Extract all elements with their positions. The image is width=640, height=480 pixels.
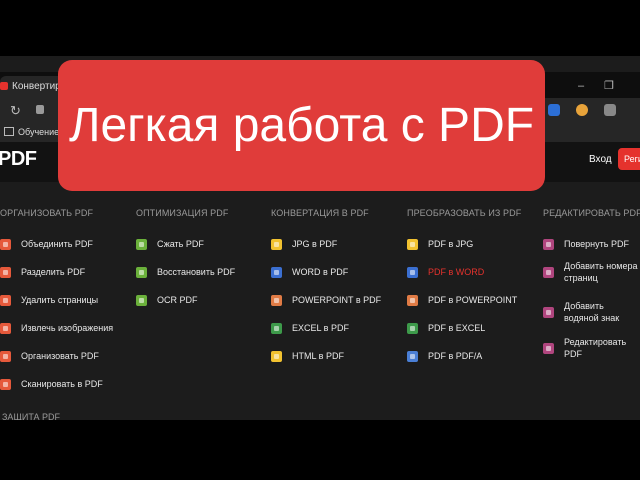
menu-item[interactable]: Удалить страницы bbox=[0, 292, 98, 308]
pdf-to-word-icon bbox=[407, 266, 418, 278]
menu-item-label: Добавить водяной знак bbox=[564, 301, 620, 323]
menu-item[interactable]: OCR PDF bbox=[136, 292, 198, 308]
menu-item[interactable]: PDF в JPG bbox=[407, 236, 473, 252]
pdf-to-powerpoint-icon bbox=[407, 294, 418, 306]
extension-icon[interactable] bbox=[548, 104, 560, 116]
menu-item-label: PDF в PDF/A bbox=[428, 351, 483, 361]
merge-icon bbox=[0, 238, 11, 250]
menu-item-label: PDF в EXCEL bbox=[428, 323, 486, 333]
menu-item-label: PDF в WORD bbox=[428, 267, 485, 277]
menu-item-label: Восстановить PDF bbox=[157, 267, 236, 277]
menu-column-title: КОНВЕРТАЦИЯ В PDF bbox=[271, 208, 369, 218]
site-logo[interactable]: PDF bbox=[0, 148, 37, 171]
menu-item[interactable]: Организовать PDF bbox=[0, 348, 99, 364]
excel-to-pdf-icon bbox=[271, 322, 282, 334]
menu-item[interactable]: Объединить PDF bbox=[0, 236, 93, 252]
maximize-icon[interactable]: ❐ bbox=[604, 79, 614, 92]
menu-item[interactable]: PDF в PDF/A bbox=[407, 348, 482, 364]
menu-item[interactable]: Восстановить PDF bbox=[136, 264, 235, 280]
menu-item-label: PDF в JPG bbox=[428, 239, 474, 249]
menu-item-label: PDF в POWERPOINT bbox=[428, 295, 518, 305]
menu-item-label: Повернуть PDF bbox=[564, 239, 629, 249]
menu-column-title: ОРГАНИЗОВАТЬ PDF bbox=[0, 208, 94, 218]
menu-item[interactable]: HTML в PDF bbox=[271, 348, 344, 364]
menu-item-label: Извлечь изображения bbox=[21, 323, 114, 333]
watermark-icon bbox=[543, 306, 554, 318]
page-numbers-icon bbox=[543, 266, 554, 278]
menu-item-label: Организовать PDF bbox=[21, 351, 99, 361]
minimize-icon[interactable]: – bbox=[578, 80, 584, 92]
login-link[interactable]: Вход bbox=[589, 154, 612, 165]
menu-item-label: Объединить PDF bbox=[21, 239, 93, 249]
word-to-pdf-icon bbox=[271, 266, 282, 278]
split-icon bbox=[0, 266, 11, 278]
menu-item[interactable]: Добавить водяной знак bbox=[543, 301, 640, 323]
organize-icon bbox=[0, 350, 11, 362]
letterbox-top bbox=[0, 0, 640, 56]
menu-item[interactable]: Повернуть PDF bbox=[543, 236, 629, 252]
menu-item[interactable]: Сжать PDF bbox=[136, 236, 204, 252]
menu-item[interactable]: Извлечь изображения bbox=[0, 320, 113, 336]
folder-icon bbox=[4, 127, 14, 136]
menu-item[interactable]: Редактировать PDF bbox=[543, 337, 640, 359]
menu-item[interactable]: POWERPOINT в PDF bbox=[271, 292, 381, 308]
menu-item[interactable]: WORD в PDF bbox=[271, 264, 348, 280]
menu-column-title: ПРЕОБРАЗОВАТЬ ИЗ PDF bbox=[407, 208, 522, 218]
menu-item[interactable]: PDF в EXCEL bbox=[407, 320, 485, 336]
menu-item-label: Редактировать PDF bbox=[564, 337, 627, 359]
scan-icon bbox=[0, 378, 11, 390]
ocr-icon bbox=[136, 294, 147, 306]
menu-item-label: WORD в PDF bbox=[292, 267, 349, 277]
compress-icon bbox=[136, 238, 147, 250]
menu-item-label: Удалить страницы bbox=[21, 295, 99, 305]
pdf-to-pdfa-icon bbox=[407, 350, 418, 362]
pdf-to-jpg-icon bbox=[407, 238, 418, 250]
menu-item[interactable]: Добавить номера страниц bbox=[543, 261, 640, 283]
letterbox-bottom bbox=[0, 420, 640, 480]
menu-item[interactable]: PDF в WORD bbox=[407, 264, 484, 280]
menu-item[interactable]: JPG в PDF bbox=[271, 236, 337, 252]
extension-icon[interactable] bbox=[576, 104, 588, 116]
rotate-icon bbox=[543, 238, 554, 250]
extract-images-icon bbox=[0, 322, 11, 334]
overlay-title: Легкая работа с PDF bbox=[68, 99, 535, 152]
bookmark-label[interactable]: Обучение bbox=[18, 127, 59, 137]
menu-item-label: HTML в PDF bbox=[292, 351, 344, 361]
menu-column-title: ОПТИМИЗАЦИЯ PDF bbox=[136, 208, 229, 218]
menu-item-label: POWERPOINT в PDF bbox=[292, 295, 382, 305]
menu-item-label: Сканировать в PDF bbox=[21, 379, 103, 389]
menu-item[interactable]: Сканировать в PDF bbox=[0, 376, 103, 392]
reload-icon[interactable]: ↻ bbox=[10, 103, 21, 119]
menu-item-label: Сжать PDF bbox=[157, 239, 204, 249]
pdf-favicon-icon bbox=[0, 82, 8, 90]
menu-item-label: Добавить номера страниц bbox=[564, 261, 638, 283]
menu-item-label: OCR PDF bbox=[157, 295, 198, 305]
edit-icon bbox=[543, 342, 554, 354]
register-button[interactable]: Регистрация bbox=[618, 148, 640, 170]
html-to-pdf-icon bbox=[271, 350, 282, 362]
menu-item[interactable]: Разделить PDF bbox=[0, 264, 85, 280]
menu-column-title: РЕДАКТИРОВАТЬ PDF bbox=[543, 208, 640, 218]
menu-item-label: EXCEL в PDF bbox=[292, 323, 349, 333]
menu-item[interactable]: PDF в POWERPOINT bbox=[407, 292, 517, 308]
repair-icon bbox=[136, 266, 147, 278]
menu-item[interactable]: EXCEL в PDF bbox=[271, 320, 349, 336]
jpg-to-pdf-icon bbox=[271, 238, 282, 250]
pdf-to-excel-icon bbox=[407, 322, 418, 334]
extension-icon[interactable] bbox=[604, 104, 616, 116]
lock-icon[interactable] bbox=[36, 105, 44, 114]
menu-item-label: Разделить PDF bbox=[21, 267, 86, 277]
powerpoint-to-pdf-icon bbox=[271, 294, 282, 306]
delete-pages-icon bbox=[0, 294, 11, 306]
menu-item-label: JPG в PDF bbox=[292, 239, 338, 249]
